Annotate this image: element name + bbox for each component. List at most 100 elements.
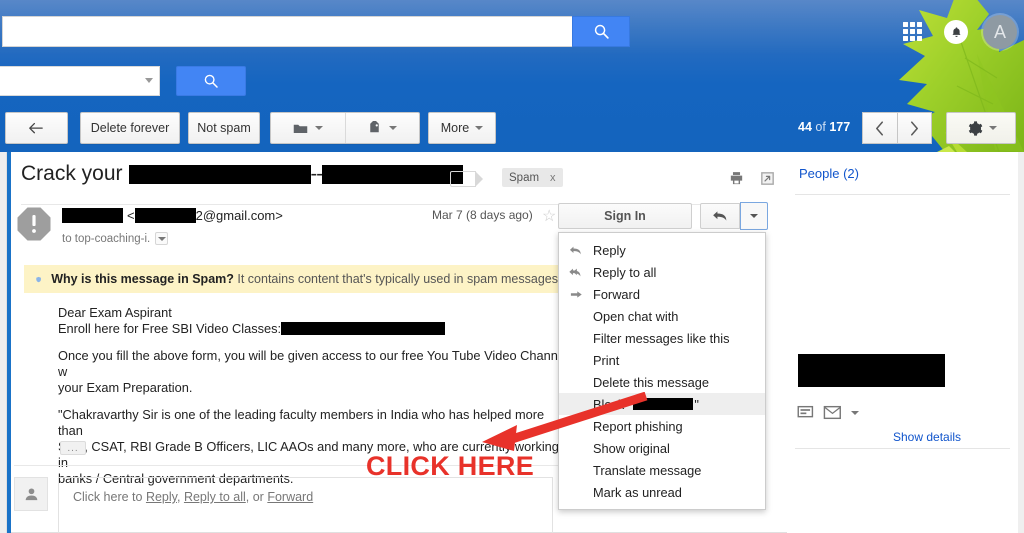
- envelope-icon[interactable]: [823, 405, 842, 420]
- menu-item-mark-as-unread[interactable]: Mark as unread: [559, 481, 765, 503]
- shield-icon: [36, 276, 41, 282]
- previous-page-button[interactable]: [862, 112, 897, 144]
- sender-avatar: [16, 206, 52, 242]
- back-button[interactable]: [5, 112, 68, 144]
- reply-avatar: [14, 477, 48, 511]
- reply-options-dropdown-button[interactable]: [740, 202, 768, 230]
- menu-item-reply[interactable]: Reply: [559, 239, 765, 261]
- sender-email-suffix: 2@gmail.com>: [195, 208, 283, 223]
- pagination-total: 177: [829, 120, 851, 134]
- pagination-current: 44: [798, 120, 812, 134]
- account-avatar[interactable]: A: [983, 15, 1017, 49]
- contact-name-redaction: [798, 354, 945, 387]
- search-input[interactable]: [3, 17, 572, 46]
- show-details-link[interactable]: Show details: [893, 430, 961, 444]
- reply-link[interactable]: Reply: [146, 490, 177, 504]
- message-body: Dear Exam Aspirant Enroll here for Free …: [58, 305, 570, 498]
- reply-options-dropdown-menu: Reply Reply to all Forward Open chat with Fi…: [558, 232, 766, 510]
- reply-all-link[interactable]: Reply to all: [184, 490, 246, 504]
- recipient-line[interactable]: to top-coaching-i.: [62, 232, 169, 245]
- chevron-right-icon: [910, 120, 918, 136]
- menu-item-delete-this-message[interactable]: Delete this message: [559, 371, 765, 393]
- notifications-bell-icon[interactable]: [944, 20, 968, 44]
- forward-link[interactable]: Forward: [267, 490, 313, 504]
- not-spam-button[interactable]: Not spam: [188, 112, 260, 144]
- body-paragraph-2: Once you fill the above form, you will b…: [58, 348, 570, 396]
- menu-item-show-original[interactable]: Show original: [559, 437, 765, 459]
- menu-item-label: Block ": [593, 396, 633, 412]
- menu-item-label: Delete this message: [593, 374, 709, 390]
- secondary-search-input[interactable]: [0, 67, 137, 95]
- left-blue-rail: [7, 152, 11, 533]
- menu-item-forward[interactable]: Forward: [559, 283, 765, 305]
- more-button[interactable]: More: [428, 112, 496, 144]
- menu-item-block[interactable]: Block " ": [559, 393, 765, 415]
- page-right-edge: [1018, 152, 1024, 533]
- label-outline-icon[interactable]: [450, 171, 483, 187]
- menu-item-label: Reply to all: [593, 264, 657, 280]
- menu-item-label: Show original: [593, 440, 670, 456]
- secondary-search-button[interactable]: [176, 66, 246, 96]
- star-outline-icon[interactable]: ☆: [542, 206, 556, 226]
- secondary-search-input-wrapper[interactable]: [0, 66, 160, 96]
- menu-item-redaction: [633, 398, 694, 410]
- body-line-2: Enroll here for Free SBI Video Classes:: [58, 321, 282, 336]
- body-para2-line2: your Exam Preparation.: [58, 380, 193, 395]
- chevron-left-icon: [876, 120, 884, 136]
- chevron-down-icon[interactable]: [145, 78, 153, 83]
- chevron-down-icon: [157, 236, 166, 241]
- body-link-redaction: [281, 322, 446, 335]
- not-spam-label: Not spam: [197, 121, 251, 135]
- menu-item-label: Forward: [593, 286, 640, 302]
- menu-item-reply-to-all[interactable]: Reply to all: [559, 261, 765, 283]
- chevron-down-icon: [750, 214, 758, 218]
- spam-warning-banner: Why is this message in Spam? It contains…: [24, 265, 558, 293]
- move-to-button[interactable]: [271, 113, 345, 143]
- printer-icon[interactable]: [728, 170, 745, 187]
- search-input-wrapper[interactable]: [2, 16, 572, 47]
- menu-item-filter-messages-like-this[interactable]: Filter messages like this: [559, 327, 765, 349]
- pagination-of: of: [815, 120, 826, 134]
- forward-arrow-icon: [569, 289, 593, 300]
- chevron-down-icon[interactable]: [851, 410, 859, 415]
- next-page-button[interactable]: [896, 112, 932, 144]
- body-line-1: Dear Exam Aspirant: [58, 305, 172, 320]
- menu-item-report-phishing[interactable]: Report phishing: [559, 415, 765, 437]
- search-icon: [204, 74, 218, 88]
- subject-redaction-2: [321, 164, 463, 184]
- quick-reply-box[interactable]: Click here to Reply, Reply to all, or Fo…: [58, 477, 553, 533]
- subject-redaction-1: [128, 164, 311, 184]
- search-submit-button[interactable]: [572, 16, 630, 47]
- people-panel-title[interactable]: People (2): [799, 166, 859, 181]
- subject-action-icons: [728, 170, 776, 187]
- close-icon[interactable]: x: [550, 172, 556, 184]
- pagination-controls: [862, 112, 932, 144]
- sender-email-redaction: [134, 208, 196, 223]
- reply-button[interactable]: [700, 203, 740, 229]
- chevron-down-icon: [314, 126, 323, 130]
- sign-in-button[interactable]: Sign In: [558, 203, 692, 229]
- recipient-details-toggle[interactable]: [155, 232, 169, 245]
- person-icon: [25, 487, 37, 500]
- menu-item-print[interactable]: Print: [559, 349, 765, 371]
- menu-item-open-chat-with[interactable]: Open chat with: [559, 305, 765, 327]
- settings-button[interactable]: [946, 112, 1016, 144]
- body-para2-line1: Once you fill the above form, you will b…: [58, 348, 568, 379]
- body-paragraph-3: "Chakravarthy Sir is one of the leading …: [58, 407, 570, 487]
- message-date: Mar 7 (8 days ago): [432, 208, 533, 222]
- menu-item-translate-message[interactable]: Translate message: [559, 459, 765, 481]
- labels-button[interactable]: [344, 113, 420, 143]
- recipient-text: to top-coaching-i.: [62, 232, 151, 245]
- chat-icon[interactable]: [797, 405, 814, 420]
- gear-icon: [968, 120, 982, 136]
- menu-item-label: Translate message: [593, 462, 702, 478]
- reply-arrow-icon: [569, 245, 593, 256]
- spam-label-chip[interactable]: Spam x: [502, 168, 563, 187]
- apps-grid-icon[interactable]: [903, 22, 922, 41]
- open-in-new-window-icon[interactable]: [759, 170, 776, 187]
- expand-trimmed-content-button[interactable]: ...: [60, 441, 86, 455]
- menu-item-label: Mark as unread: [593, 484, 682, 500]
- delete-forever-button[interactable]: Delete forever: [80, 112, 180, 144]
- people-side-panel: People (2) Show details: [787, 152, 1018, 533]
- label-tag-icon: [370, 121, 379, 133]
